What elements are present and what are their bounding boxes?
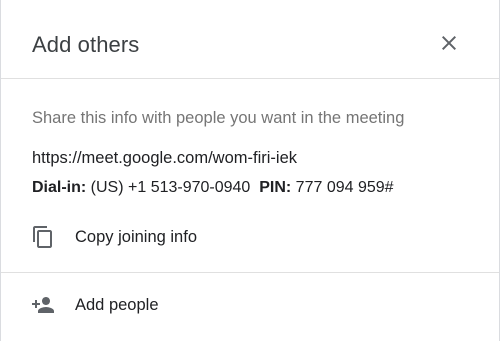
dialog-title: Add others	[32, 32, 140, 57]
joining-info-section: Share this info with people you want in …	[1, 80, 499, 273]
pin-label: PIN:	[259, 179, 292, 196]
copy-joining-info-label: Copy joining info	[75, 227, 197, 246]
close-button[interactable]	[429, 25, 469, 65]
share-hint-text: Share this info with people you want in …	[32, 109, 405, 127]
meeting-link: https://meet.google.com/wom-firi-iek	[32, 149, 298, 167]
dialog-header: Add others	[1, 0, 499, 79]
copy-icon	[23, 217, 63, 257]
add-others-dialog: Add others Share this info with people y…	[0, 0, 500, 341]
dialin-number: (US) +1 513-970-0940	[90, 179, 251, 196]
add-people-button[interactable]: Add people	[23, 285, 171, 325]
copy-joining-info-button[interactable]: Copy joining info	[23, 217, 209, 257]
dialin-label: Dial-in:	[32, 179, 87, 196]
dialin-info: Dial-in: (US) +1 513-970-0940 PIN: 777 0…	[32, 177, 394, 199]
person-add-icon	[23, 285, 63, 325]
pin-value: 777 094 959#	[295, 179, 394, 196]
close-icon	[437, 31, 461, 60]
add-people-label: Add people	[75, 295, 159, 314]
